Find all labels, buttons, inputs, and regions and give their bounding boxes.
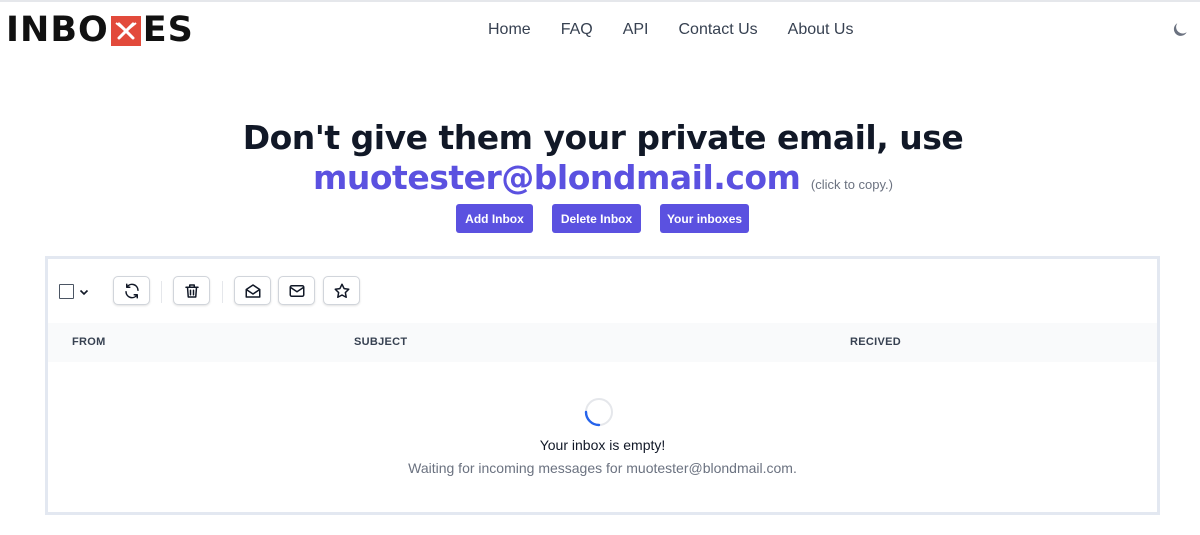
column-subject[interactable]: SUBJECT	[354, 336, 407, 348]
mark-read-button[interactable]	[234, 276, 271, 305]
your-inboxes-button[interactable]: Your inboxes	[660, 204, 749, 233]
nav-contact-us[interactable]: Contact Us	[664, 18, 773, 42]
empty-inbox-subtitle: Waiting for incoming messages for muotes…	[408, 460, 797, 476]
chevron-down-icon[interactable]	[78, 286, 90, 298]
main-nav: Home FAQ API Contact Us About Us	[473, 18, 868, 42]
empty-inbox-title: Your inbox is empty!	[539, 437, 666, 453]
logo-text-left: INBO	[6, 10, 109, 50]
inbox-toolbar	[48, 259, 1157, 323]
logo-x-icon	[110, 16, 141, 46]
toolbar-divider	[161, 281, 162, 303]
temp-email-address[interactable]: muotester@blondmail.com	[313, 158, 801, 197]
mark-unread-button[interactable]	[278, 276, 315, 305]
nav-about-us[interactable]: About Us	[773, 18, 869, 42]
brand-logo[interactable]: INBO ES	[6, 10, 194, 50]
mail-icon	[289, 284, 304, 297]
column-from[interactable]: FROM	[72, 336, 106, 348]
inbox-panel: FROM SUBJECT RECIVED Your inbox is empty…	[45, 256, 1160, 515]
loading-spinner-icon	[584, 398, 613, 427]
inbox-table-header: FROM SUBJECT RECIVED	[48, 323, 1157, 362]
copy-hint: (click to copy.)	[810, 177, 893, 192]
hero-title: Don't give them your private email, use	[242, 118, 964, 157]
select-all-checkbox[interactable]	[59, 284, 74, 299]
toolbar-divider	[222, 281, 223, 303]
refresh-button[interactable]	[113, 276, 150, 305]
logo-text-right: ES	[142, 10, 194, 50]
delete-inbox-button[interactable]: Delete Inbox	[552, 204, 641, 233]
add-inbox-button[interactable]: Add Inbox	[456, 204, 533, 233]
mail-open-icon	[245, 283, 260, 298]
delete-button[interactable]	[173, 276, 210, 305]
star-button[interactable]	[323, 276, 360, 305]
star-icon	[334, 283, 349, 298]
trash-icon	[184, 283, 199, 298]
nav-api[interactable]: API	[608, 18, 664, 42]
nav-faq[interactable]: FAQ	[546, 18, 608, 42]
nav-home[interactable]: Home	[473, 18, 546, 42]
moon-icon[interactable]	[1170, 20, 1190, 40]
column-received[interactable]: RECIVED	[850, 336, 901, 348]
refresh-icon	[124, 283, 139, 298]
site-header: INBO ES Home FAQ API Contact Us About Us	[0, 0, 1200, 62]
hero-email-row: muotester@blondmail.com (click to copy.)	[0, 158, 1200, 197]
